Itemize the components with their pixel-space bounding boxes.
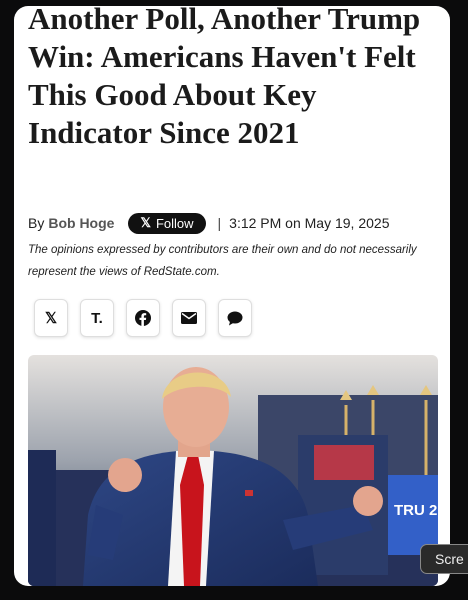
share-bar: 𝕏 T. xyxy=(34,299,252,337)
trump-rally-image: TRU 202 xyxy=(28,355,438,586)
follow-on-x-button[interactable]: 𝕏 Follow xyxy=(128,212,206,234)
article-photo: TRU 202 xyxy=(28,355,438,586)
x-logo-icon: 𝕏 xyxy=(140,215,151,230)
facebook-icon xyxy=(135,310,151,326)
byline: By Bob Hoge 𝕏 Follow | 3:12 PM on May 19… xyxy=(28,212,390,234)
byline-prefix: By xyxy=(28,215,45,231)
x-icon: 𝕏 xyxy=(44,310,58,327)
publish-timestamp: 3:12 PM on May 19, 2025 xyxy=(229,215,390,231)
byline-separator: | xyxy=(217,215,222,231)
article-card: Another Poll, Another Trump Win: America… xyxy=(14,6,450,586)
share-x-button[interactable]: 𝕏 xyxy=(34,299,68,337)
share-email-button[interactable] xyxy=(172,299,206,337)
truth-social-icon: T. xyxy=(91,309,103,327)
email-icon xyxy=(181,312,197,324)
share-truth-social-button[interactable]: T. xyxy=(80,299,114,337)
headline: Another Poll, Another Trump Win: America… xyxy=(28,6,421,150)
follow-label: Follow xyxy=(155,215,194,231)
comment-icon xyxy=(227,311,243,325)
comment-button[interactable] xyxy=(218,299,252,337)
screenshot-button[interactable]: Scre xyxy=(420,544,468,574)
share-facebook-button[interactable] xyxy=(126,299,160,337)
author-link[interactable]: Bob Hoge xyxy=(48,215,114,231)
rally-sign-text: TRU 202 xyxy=(394,502,438,519)
opinion-disclaimer: The opinions expressed by contributors a… xyxy=(28,244,417,278)
